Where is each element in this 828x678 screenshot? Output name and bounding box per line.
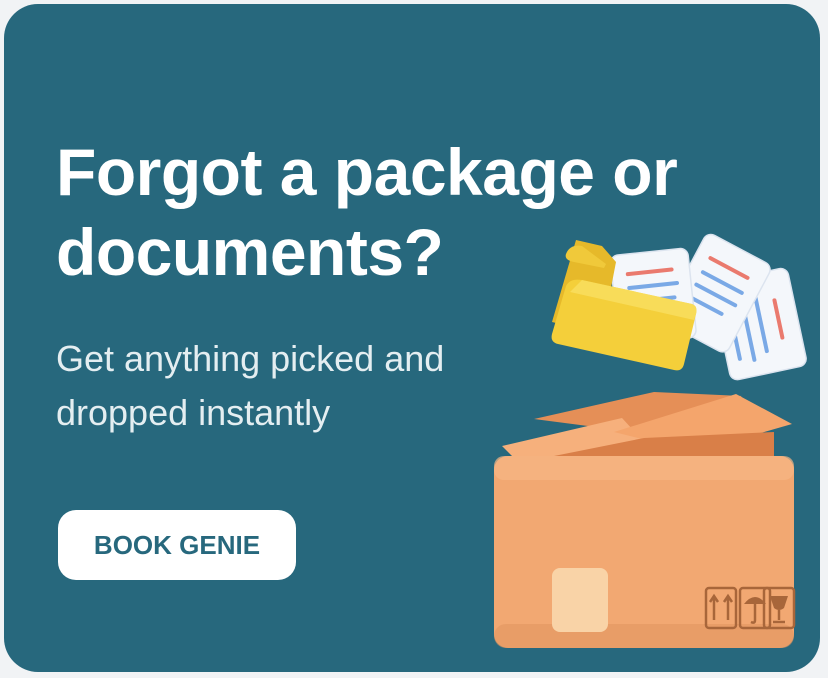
promo-card[interactable]: Forgot a package or documents? Get anyth… <box>4 4 820 672</box>
promo-subtext: Get anything picked and dropped instantl… <box>56 338 445 433</box>
book-genie-button[interactable]: BOOK GENIE <box>58 510 296 580</box>
package-illustration <box>494 233 807 648</box>
